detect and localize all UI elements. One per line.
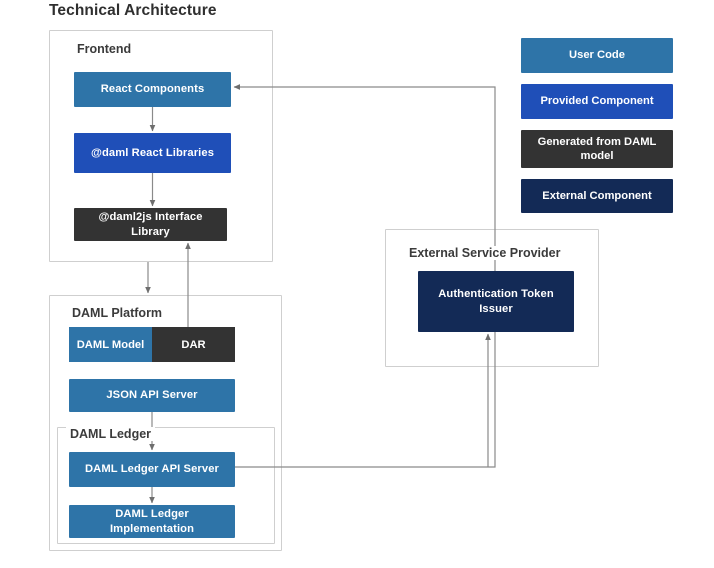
page-title: Technical Architecture: [49, 2, 217, 19]
group-label-daml-ledger: DAML Ledger: [66, 427, 156, 441]
node-daml2js-interface-library[interactable]: @daml2js Interface Library: [74, 208, 227, 241]
node-daml-ledger-api-server[interactable]: DAML Ledger API Server: [69, 452, 235, 487]
group-label-frontend: Frontend: [73, 42, 136, 56]
node-daml-model-dar[interactable]: DAML Model DAR: [69, 327, 235, 362]
legend-item-generated-from-daml-model: Generated from DAML model: [521, 130, 673, 168]
node-daml-ledger-implementation[interactable]: DAML Ledger Implementation: [69, 505, 235, 538]
group-label-daml-platform: DAML Platform: [68, 306, 167, 320]
node-authentication-token-issuer[interactable]: Authentication Token Issuer: [418, 271, 574, 332]
group-label-external-service-provider: External Service Provider: [405, 246, 565, 260]
node-daml-model[interactable]: DAML Model: [69, 327, 152, 362]
node-react-components[interactable]: React Components: [74, 72, 231, 107]
legend-item-external-component: External Component: [521, 179, 673, 213]
legend-item-user-code: User Code: [521, 38, 673, 73]
architecture-diagram: Technical Architecture Frontend DAML Pla…: [0, 0, 714, 568]
node-dar[interactable]: DAR: [152, 327, 235, 362]
node-json-api-server[interactable]: JSON API Server: [69, 379, 235, 412]
node-daml-react-libraries[interactable]: @daml React Libraries: [74, 133, 231, 173]
legend-item-provided-component: Provided Component: [521, 84, 673, 119]
